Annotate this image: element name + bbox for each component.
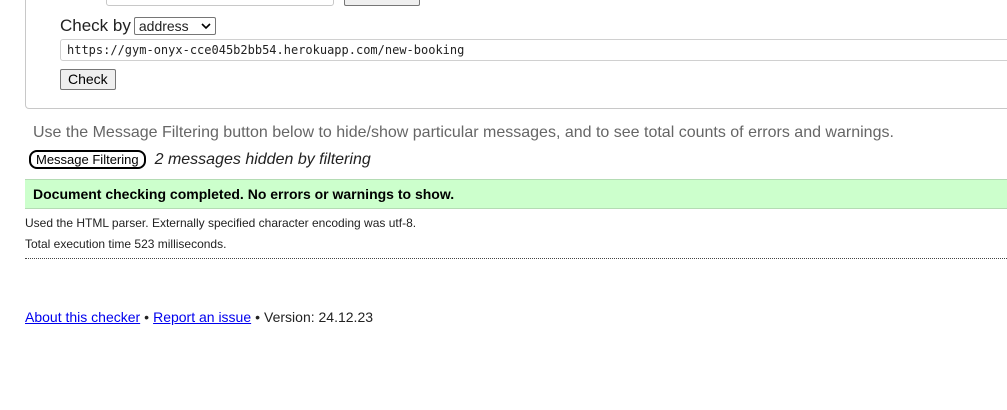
execution-time: Total execution time 523 milliseconds.	[25, 237, 227, 251]
filtering-row: Message Filtering 2 messages hidden by f…	[29, 150, 371, 169]
version-text: Version: 24.12.23	[264, 309, 374, 325]
result-details: Used the HTML parser. Externally specifi…	[25, 216, 416, 258]
hidden-messages-count: 2 messages hidden by filtering	[154, 150, 371, 168]
check-by-row: Check by address	[60, 16, 216, 36]
about-checker-link[interactable]: About this checker	[25, 309, 140, 325]
upper-button[interactable]	[344, 0, 420, 6]
success-message: Document checking completed. No errors o…	[25, 179, 1007, 209]
url-input[interactable]: https://gym-onyx-cce045b2bb54.herokuapp.…	[60, 39, 1007, 61]
message-filtering-button[interactable]: Message Filtering	[29, 150, 146, 169]
parser-info: Used the HTML parser. Externally specifi…	[25, 216, 417, 230]
footer: About this checker • Report an issue • Versi…	[25, 309, 373, 325]
validator-page: Check by address https://gym-onyx-cce045…	[0, 0, 1007, 410]
check-by-selected-value: address	[138, 18, 189, 34]
footer-bullet: •	[255, 309, 261, 325]
check-button[interactable]: Check	[60, 69, 116, 90]
check-by-select[interactable]: address	[133, 17, 216, 35]
footer-bullet: •	[144, 309, 150, 325]
chevron-down-icon	[201, 23, 211, 30]
report-issue-link[interactable]: Report an issue	[153, 309, 251, 325]
divider	[25, 258, 1007, 259]
upper-input-field[interactable]	[106, 0, 334, 6]
filtering-hint: Use the Message Filtering button below t…	[33, 124, 894, 141]
check-by-label: Check by	[60, 16, 131, 35]
